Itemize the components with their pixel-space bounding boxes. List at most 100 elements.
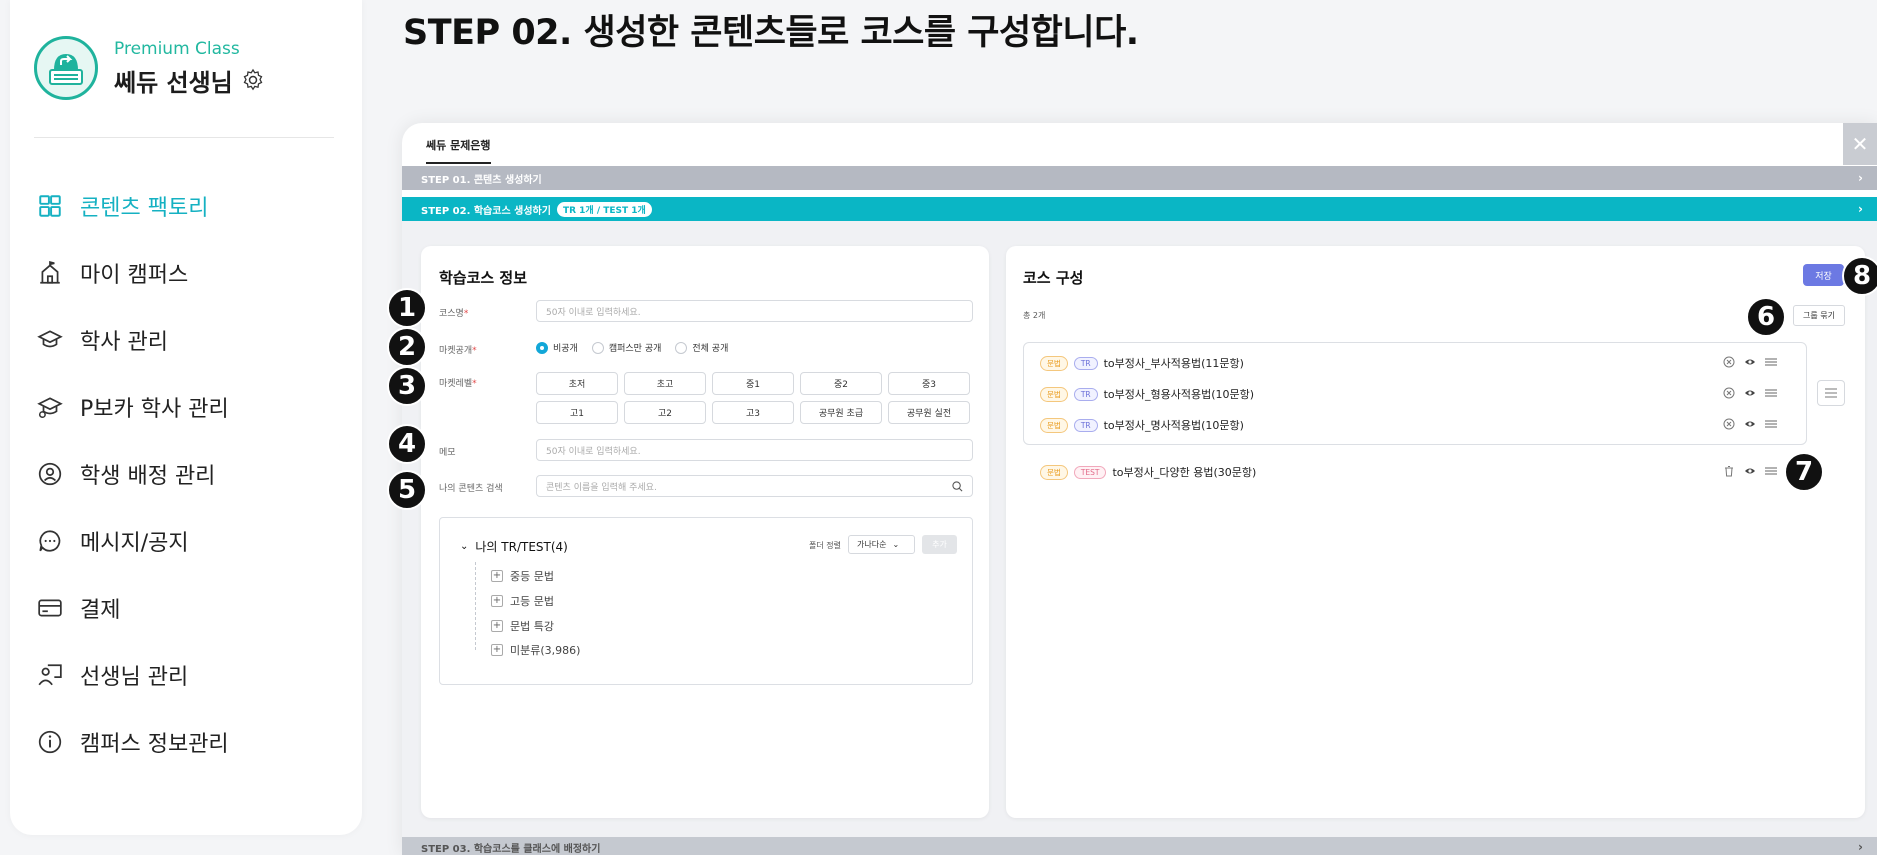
step-03-bar[interactable]: STEP 03. 학습코스를 클래스에 배정하기 › — [402, 837, 1877, 855]
memo-input[interactable]: 50자 이내로 입력하세요. — [536, 439, 973, 461]
level-button[interactable]: 중1 — [712, 372, 794, 395]
tree-folder-item[interactable]: + 중등 문법 — [491, 568, 554, 584]
callout-badge-6: 6 — [1746, 297, 1786, 337]
course-item-actions — [1723, 465, 1777, 477]
step-count-badge: TR 1개 / TEST 1개 — [556, 201, 652, 217]
chat-icon — [36, 527, 64, 555]
level-button[interactable]: 공무원 초급 — [800, 401, 882, 424]
radio-private[interactable]: 비공개 — [536, 341, 578, 354]
sidebar-item-my-campus[interactable]: 마이 캠퍼스 — [36, 239, 229, 306]
course-info-title: 학습코스 정보 — [439, 269, 528, 287]
radio-public[interactable]: 전체 공개 — [675, 341, 728, 354]
radio-dot — [591, 341, 604, 354]
sidebar-item-message[interactable]: 메시지/공지 — [36, 507, 229, 574]
book-share-icon — [49, 54, 83, 85]
course-item[interactable]: 문법 TEST to부정사_다양한 용법(30문항) — [1040, 464, 1256, 480]
course-item-name: to부정사_형용사적용법(10문항) — [1103, 388, 1255, 401]
info-icon — [36, 728, 64, 756]
close-icon[interactable]: ✕ — [1843, 123, 1877, 165]
callout-badge-5: 5 — [387, 470, 427, 510]
course-item[interactable]: 문법 TR to부정사_명사적용법(10문항) — [1040, 417, 1244, 433]
plus-icon[interactable]: + — [491, 620, 503, 632]
step-01-bar[interactable]: STEP 01. 콘텐츠 생성하기 › — [402, 166, 1877, 190]
sidebar-item-label: 결제 — [80, 597, 121, 623]
drag-handle-icon[interactable] — [1765, 387, 1777, 399]
sidebar-menu: 콘텐츠 팩토리 마이 캠퍼스 학사 관리 P보카 학사 관리 학생 배정 관리 — [36, 172, 229, 775]
chevron-right-icon: › — [1858, 840, 1863, 854]
level-button[interactable]: 고3 — [712, 401, 794, 424]
folder-sort-select[interactable]: 가나다순 ⌄ — [848, 535, 915, 554]
trash-icon[interactable] — [1723, 465, 1735, 477]
tree-folder-item[interactable]: + 고등 문법 — [491, 593, 554, 609]
course-name-input[interactable]: 50자 이내로 입력하세요. — [536, 300, 973, 322]
level-button[interactable]: 초저 — [536, 372, 618, 395]
eye-icon[interactable] — [1744, 387, 1756, 399]
type-tag: TEST — [1073, 465, 1107, 479]
save-button[interactable]: 저장 — [1803, 264, 1844, 286]
avatar — [34, 36, 98, 100]
level-button[interactable]: 중3 — [888, 372, 970, 395]
sidebar-item-label: 학사 관리 — [80, 329, 168, 355]
plus-icon[interactable]: + — [491, 595, 503, 607]
sidebar-item-teachers[interactable]: 선생님 관리 — [36, 641, 229, 708]
sidebar-item-academic[interactable]: 학사 관리 — [36, 306, 229, 373]
group-button[interactable]: 그룹 묶기 — [1793, 305, 1845, 326]
type-tag: TR — [1073, 387, 1098, 401]
sidebar-item-content-factory[interactable]: 콘텐츠 팩토리 — [36, 172, 229, 239]
course-build-panel — [1006, 246, 1865, 818]
gear-icon[interactable] — [241, 68, 265, 92]
course-item[interactable]: 문법 TR to부정사_형용사적용법(10문항) — [1040, 386, 1254, 402]
radio-dot — [675, 341, 688, 354]
sidebar-item-payment[interactable]: 결제 — [36, 574, 229, 641]
level-button[interactable]: 중2 — [800, 372, 882, 395]
radio-campus-only[interactable]: 캠퍼스만 공개 — [591, 341, 661, 354]
course-item-actions — [1723, 418, 1777, 430]
course-item-actions — [1723, 356, 1777, 368]
drag-handle-icon[interactable] — [1765, 465, 1777, 477]
content-tree: ⌄ 나의 TR/TEST(4) 폴더 정렬 가나다순 ⌄ 추가 + 중등 문법 + 고… — [439, 517, 973, 685]
callout-badge-2: 2 — [387, 327, 427, 367]
plus-icon[interactable]: + — [491, 644, 503, 656]
market-level-label: 마켓레벨* — [439, 379, 477, 389]
teacher-name: 쎄듀 선생님 — [114, 68, 233, 97]
group-drag-handle[interactable] — [1817, 380, 1845, 406]
drag-handle-icon[interactable] — [1765, 356, 1777, 368]
tree-folder-item[interactable]: + 미분류(3,986) — [491, 642, 580, 658]
course-item[interactable]: 문법 TR to부정사_부사적용법(11문항) — [1040, 355, 1244, 371]
type-tag: TR — [1073, 356, 1098, 370]
sidebar-item-student-assign[interactable]: 학생 배정 관리 — [36, 440, 229, 507]
content-search-input[interactable]: 콘텐츠 이름을 입력해 주세요. — [536, 475, 973, 497]
market-level-grid: 초저 초고 중1 중2 중3 고1 고2 고3 공무원 초급 공무원 실전 — [536, 372, 970, 424]
remove-icon[interactable] — [1723, 418, 1735, 430]
level-button[interactable]: 공무원 실전 — [888, 401, 970, 424]
level-button[interactable]: 초고 — [624, 372, 706, 395]
profile: Premium Class 쎄듀 선생님 — [34, 36, 265, 100]
remove-icon[interactable] — [1723, 356, 1735, 368]
callout-badge-1: 1 — [387, 288, 427, 328]
course-item-name: to부정사_다양한 용법(30문항) — [1112, 466, 1257, 479]
eye-icon[interactable] — [1744, 465, 1756, 477]
plus-icon[interactable]: + — [491, 570, 503, 582]
eye-icon[interactable] — [1744, 418, 1756, 430]
sidebar-item-campus-info[interactable]: 캠퍼스 정보관리 — [36, 708, 229, 775]
level-button[interactable]: 고2 — [624, 401, 706, 424]
graduation-cap-person-icon — [36, 393, 64, 421]
drag-handle-icon[interactable] — [1765, 418, 1777, 430]
search-icon[interactable] — [952, 481, 963, 492]
tab-question-bank[interactable]: 쎄듀 문제은행 — [426, 137, 491, 164]
category-tag: 문법 — [1040, 464, 1068, 480]
category-tag: 문법 — [1040, 417, 1068, 433]
remove-icon[interactable] — [1723, 387, 1735, 399]
course-item-name: to부정사_명사적용법(10문항) — [1103, 419, 1244, 432]
callout-badge-7: 7 — [1784, 452, 1824, 492]
sidebar-item-pvoca[interactable]: P보카 학사 관리 — [36, 373, 229, 440]
add-button[interactable]: 추가 — [922, 535, 957, 554]
tree-folder-item[interactable]: + 문법 특강 — [491, 618, 554, 634]
level-button[interactable]: 고1 — [536, 401, 618, 424]
radio-dot-selected — [536, 341, 548, 354]
callout-badge-8: 8 — [1842, 256, 1877, 296]
chevron-down-icon[interactable]: ⌄ — [460, 541, 468, 552]
eye-icon[interactable] — [1744, 356, 1756, 368]
chevron-right-icon: › — [1858, 202, 1863, 216]
step-02-bar[interactable]: STEP 02. 학습코스 생성하기 TR 1개 / TEST 1개 › — [402, 197, 1877, 221]
